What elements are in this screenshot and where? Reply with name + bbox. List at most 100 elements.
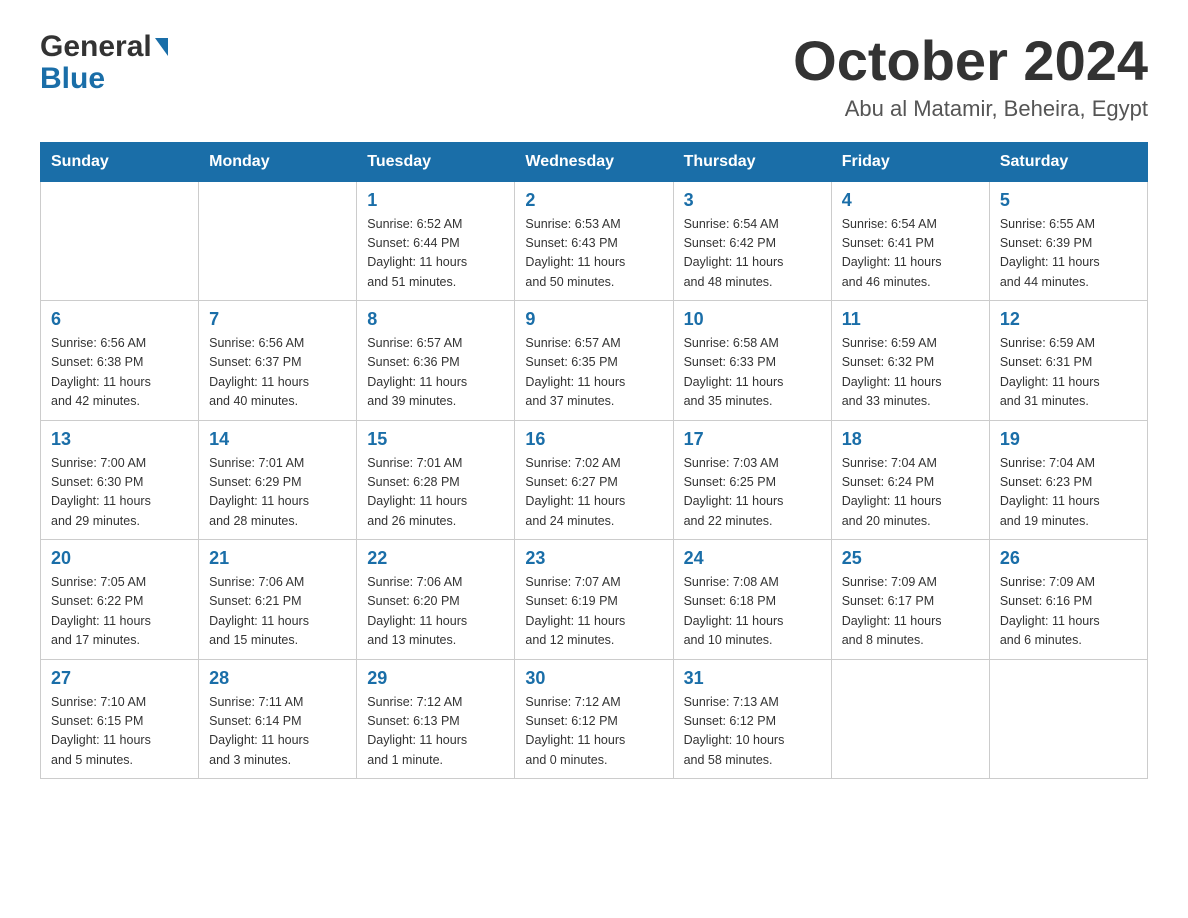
- day-number: 30: [525, 668, 662, 689]
- day-number: 14: [209, 429, 346, 450]
- day-number: 9: [525, 309, 662, 330]
- calendar-cell: 19 Sunrise: 7:04 AM Sunset: 6:23 PM Dayli…: [989, 420, 1147, 540]
- day-info: Sunrise: 7:01 AM Sunset: 6:28 PM Dayligh…: [367, 454, 504, 532]
- day-number: 2: [525, 190, 662, 211]
- day-info: Sunrise: 7:11 AM Sunset: 6:14 PM Dayligh…: [209, 693, 346, 771]
- day-number: 20: [51, 548, 188, 569]
- day-info: Sunrise: 7:06 AM Sunset: 6:20 PM Dayligh…: [367, 573, 504, 651]
- day-info: Sunrise: 7:00 AM Sunset: 6:30 PM Dayligh…: [51, 454, 188, 532]
- calendar-cell: 5Sunrise: 6:55 AM Sunset: 6:39 PM Daylig…: [989, 181, 1147, 301]
- calendar-table: SundayMondayTuesdayWednesdayThursdayFrid…: [40, 142, 1148, 780]
- day-of-week-header: Tuesday: [357, 142, 515, 181]
- calendar-cell: 17 Sunrise: 7:03 AM Sunset: 6:25 PM Dayli…: [673, 420, 831, 540]
- calendar-week-row: 13 Sunrise: 7:00 AM Sunset: 6:30 PM Dayli…: [41, 420, 1148, 540]
- day-info: Sunrise: 7:02 AM Sunset: 6:27 PM Dayligh…: [525, 454, 662, 532]
- day-info: Sunrise: 7:09 AM Sunset: 6:16 PM Dayligh…: [1000, 573, 1137, 651]
- calendar-week-row: 6 Sunrise: 6:56 AM Sunset: 6:38 PM Daylig…: [41, 301, 1148, 421]
- calendar-cell: 11Sunrise: 6:59 AM Sunset: 6:32 PM Dayli…: [831, 301, 989, 421]
- day-info: Sunrise: 7:04 AM Sunset: 6:23 PM Dayligh…: [1000, 454, 1137, 532]
- day-number: 19: [1000, 429, 1137, 450]
- calendar-cell: 27 Sunrise: 7:10 AM Sunset: 6:15 PM Dayli…: [41, 659, 199, 779]
- day-number: 1: [367, 190, 504, 211]
- calendar-cell: 12 Sunrise: 6:59 AM Sunset: 6:31 PM Dayli…: [989, 301, 1147, 421]
- day-of-week-header: Friday: [831, 142, 989, 181]
- day-number: 22: [367, 548, 504, 569]
- calendar-week-row: 1Sunrise: 6:52 AM Sunset: 6:44 PM Daylig…: [41, 181, 1148, 301]
- day-of-week-header: Sunday: [41, 142, 199, 181]
- location-title: Abu al Matamir, Beheira, Egypt: [793, 96, 1148, 122]
- calendar-cell: 24 Sunrise: 7:08 AM Sunset: 6:18 PM Dayli…: [673, 540, 831, 660]
- day-info: Sunrise: 7:12 AM Sunset: 6:12 PM Dayligh…: [525, 693, 662, 771]
- day-number: 17: [684, 429, 821, 450]
- calendar-cell: 8 Sunrise: 6:57 AM Sunset: 6:36 PM Daylig…: [357, 301, 515, 421]
- logo: General Blue: [40, 30, 168, 96]
- day-number: 4: [842, 190, 979, 211]
- title-block: October 2024 Abu al Matamir, Beheira, Eg…: [793, 30, 1148, 122]
- day-info: Sunrise: 7:13 AM Sunset: 6:12 PM Dayligh…: [684, 693, 821, 771]
- day-info: Sunrise: 7:06 AM Sunset: 6:21 PM Dayligh…: [209, 573, 346, 651]
- day-number: 15: [367, 429, 504, 450]
- day-number: 10: [684, 309, 821, 330]
- day-info: Sunrise: 7:01 AM Sunset: 6:29 PM Dayligh…: [209, 454, 346, 532]
- calendar-cell: 31 Sunrise: 7:13 AM Sunset: 6:12 PM Dayli…: [673, 659, 831, 779]
- day-number: 27: [51, 668, 188, 689]
- calendar-cell: [41, 181, 199, 301]
- day-info: Sunrise: 6:59 AM Sunset: 6:32 PM Dayligh…: [842, 334, 979, 412]
- day-of-week-header: Thursday: [673, 142, 831, 181]
- calendar-cell: 18 Sunrise: 7:04 AM Sunset: 6:24 PM Dayli…: [831, 420, 989, 540]
- calendar-cell: 6 Sunrise: 6:56 AM Sunset: 6:38 PM Daylig…: [41, 301, 199, 421]
- calendar-cell: [831, 659, 989, 779]
- day-number: 18: [842, 429, 979, 450]
- calendar-cell: 22 Sunrise: 7:06 AM Sunset: 6:20 PM Dayli…: [357, 540, 515, 660]
- calendar-cell: [989, 659, 1147, 779]
- day-info: Sunrise: 6:56 AM Sunset: 6:38 PM Dayligh…: [51, 334, 188, 412]
- logo-triangle-icon: [155, 38, 168, 56]
- day-number: 21: [209, 548, 346, 569]
- calendar-cell: 14 Sunrise: 7:01 AM Sunset: 6:29 PM Dayli…: [199, 420, 357, 540]
- day-info: Sunrise: 6:54 AM Sunset: 6:42 PM Dayligh…: [684, 215, 821, 293]
- day-info: Sunrise: 7:04 AM Sunset: 6:24 PM Dayligh…: [842, 454, 979, 532]
- calendar-cell: 2 Sunrise: 6:53 AM Sunset: 6:43 PM Daylig…: [515, 181, 673, 301]
- day-of-week-header: Saturday: [989, 142, 1147, 181]
- day-number: 28: [209, 668, 346, 689]
- calendar-cell: 9Sunrise: 6:57 AM Sunset: 6:35 PM Daylig…: [515, 301, 673, 421]
- day-number: 29: [367, 668, 504, 689]
- calendar-cell: 4Sunrise: 6:54 AM Sunset: 6:41 PM Daylig…: [831, 181, 989, 301]
- calendar-cell: 1Sunrise: 6:52 AM Sunset: 6:44 PM Daylig…: [357, 181, 515, 301]
- logo-blue-text: Blue: [40, 62, 168, 96]
- day-info: Sunrise: 6:55 AM Sunset: 6:39 PM Dayligh…: [1000, 215, 1137, 293]
- day-number: 31: [684, 668, 821, 689]
- day-info: Sunrise: 6:53 AM Sunset: 6:43 PM Dayligh…: [525, 215, 662, 293]
- calendar-cell: 29Sunrise: 7:12 AM Sunset: 6:13 PM Dayli…: [357, 659, 515, 779]
- day-info: Sunrise: 7:07 AM Sunset: 6:19 PM Dayligh…: [525, 573, 662, 651]
- calendar-cell: 3 Sunrise: 6:54 AM Sunset: 6:42 PM Daylig…: [673, 181, 831, 301]
- calendar-cell: 26Sunrise: 7:09 AM Sunset: 6:16 PM Dayli…: [989, 540, 1147, 660]
- calendar-cell: 28 Sunrise: 7:11 AM Sunset: 6:14 PM Dayli…: [199, 659, 357, 779]
- day-info: Sunrise: 6:58 AM Sunset: 6:33 PM Dayligh…: [684, 334, 821, 412]
- day-number: 12: [1000, 309, 1137, 330]
- day-info: Sunrise: 7:03 AM Sunset: 6:25 PM Dayligh…: [684, 454, 821, 532]
- day-number: 3: [684, 190, 821, 211]
- day-info: Sunrise: 7:08 AM Sunset: 6:18 PM Dayligh…: [684, 573, 821, 651]
- calendar-week-row: 20Sunrise: 7:05 AM Sunset: 6:22 PM Dayli…: [41, 540, 1148, 660]
- calendar-cell: 15 Sunrise: 7:01 AM Sunset: 6:28 PM Dayli…: [357, 420, 515, 540]
- day-info: Sunrise: 6:59 AM Sunset: 6:31 PM Dayligh…: [1000, 334, 1137, 412]
- day-number: 8: [367, 309, 504, 330]
- calendar-cell: 21 Sunrise: 7:06 AM Sunset: 6:21 PM Dayli…: [199, 540, 357, 660]
- day-number: 13: [51, 429, 188, 450]
- calendar-cell: 7Sunrise: 6:56 AM Sunset: 6:37 PM Daylig…: [199, 301, 357, 421]
- day-of-week-header: Monday: [199, 142, 357, 181]
- calendar-cell: [199, 181, 357, 301]
- day-info: Sunrise: 7:10 AM Sunset: 6:15 PM Dayligh…: [51, 693, 188, 771]
- day-number: 25: [842, 548, 979, 569]
- day-number: 6: [51, 309, 188, 330]
- logo-general-text: General: [40, 30, 152, 64]
- calendar-cell: 23 Sunrise: 7:07 AM Sunset: 6:19 PM Dayli…: [515, 540, 673, 660]
- day-number: 23: [525, 548, 662, 569]
- calendar-cell: 25Sunrise: 7:09 AM Sunset: 6:17 PM Dayli…: [831, 540, 989, 660]
- calendar-week-row: 27 Sunrise: 7:10 AM Sunset: 6:15 PM Dayli…: [41, 659, 1148, 779]
- calendar-cell: 10 Sunrise: 6:58 AM Sunset: 6:33 PM Dayli…: [673, 301, 831, 421]
- day-number: 24: [684, 548, 821, 569]
- day-info: Sunrise: 6:57 AM Sunset: 6:36 PM Dayligh…: [367, 334, 504, 412]
- page-header: General Blue October 2024 Abu al Matamir…: [40, 30, 1148, 122]
